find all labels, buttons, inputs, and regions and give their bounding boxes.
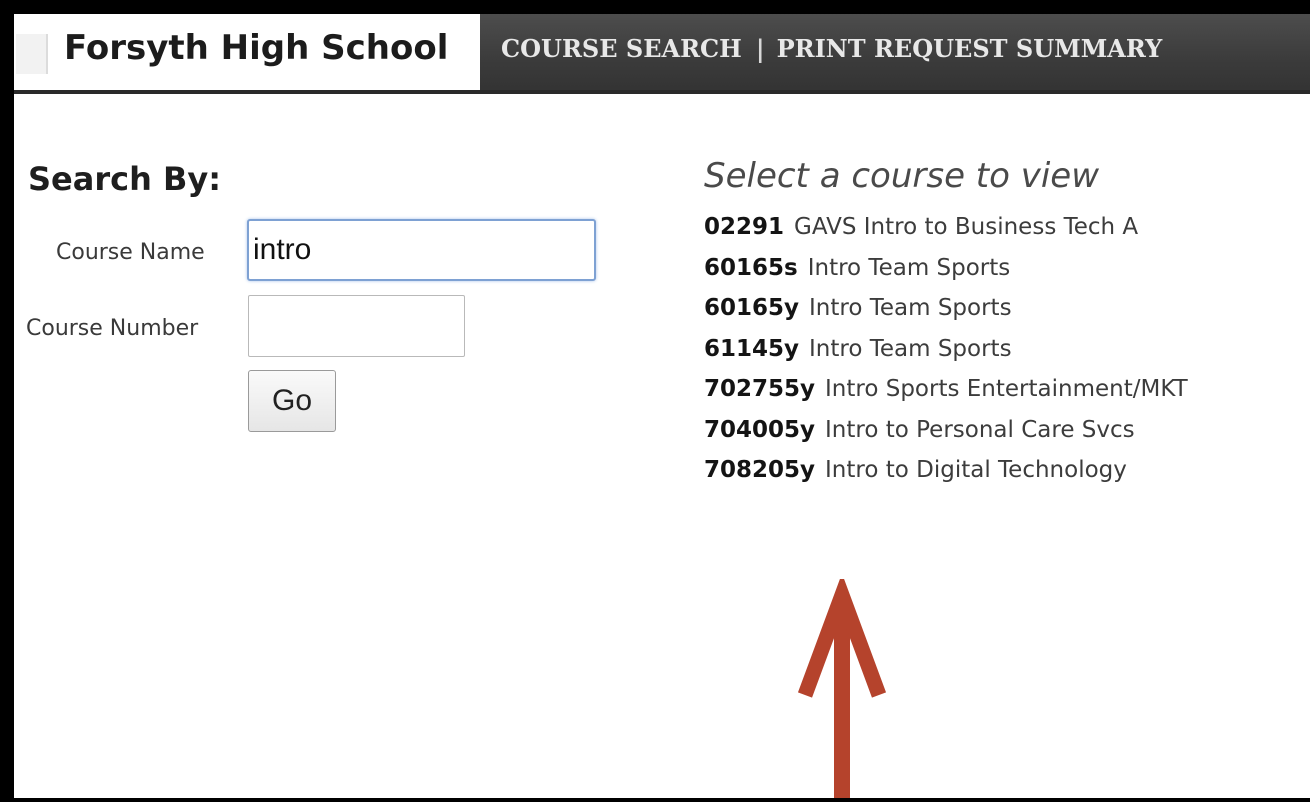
course-results-list: 02291 GAVS Intro to Business Tech A 60165…: [704, 207, 1188, 491]
nav-course-search[interactable]: COURSE SEARCH: [501, 34, 742, 63]
course-title: Intro Team Sports: [809, 295, 1012, 321]
course-number: 60165s: [704, 254, 798, 281]
course-title: GAVS Intro to Business Tech A: [794, 214, 1139, 240]
course-result-item[interactable]: 60165s Intro Team Sports: [704, 248, 1188, 289]
course-number-input[interactable]: [248, 295, 465, 357]
course-name-label: Course Name: [56, 240, 205, 265]
course-title: Intro Team Sports: [807, 254, 1011, 281]
search-by-heading: Search By:: [28, 160, 222, 198]
course-number: 708205y: [704, 457, 816, 483]
header-bar: Forsyth High School COURSE SEARCH | PRINT …: [14, 14, 1310, 92]
course-title: Intro to Digital Technology: [825, 457, 1127, 483]
course-result-item[interactable]: 02291 GAVS Intro to Business Tech A: [704, 207, 1188, 248]
course-title: Intro Team Sports: [809, 335, 1012, 362]
course-result-item[interactable]: 702755y Intro Sports Entertainment/MKT: [704, 369, 1188, 410]
header-divider: [14, 90, 1310, 94]
nav-separator: |: [755, 34, 765, 63]
course-number: 702755y: [704, 376, 816, 402]
school-brand: Forsyth High School: [14, 14, 480, 90]
course-number: 60165y: [704, 295, 800, 321]
course-title: Intro Sports Entertainment/MKT: [825, 376, 1188, 402]
course-number-label: Course Number: [26, 316, 199, 341]
top-nav: COURSE SEARCH | PRINT REQUEST SUMMARY: [501, 34, 1162, 63]
course-result-item[interactable]: 60165y Intro Team Sports: [704, 288, 1188, 329]
course-name-input[interactable]: [247, 219, 596, 281]
course-result-item[interactable]: 708205y Intro to Digital Technology: [704, 450, 1188, 491]
course-number: 61145y: [704, 335, 800, 362]
nav-print-request-summary[interactable]: PRINT REQUEST SUMMARY: [777, 34, 1163, 63]
go-button[interactable]: Go: [248, 370, 336, 432]
results-heading: Select a course to view: [704, 156, 1100, 196]
page-canvas: Forsyth High School COURSE SEARCH | PRINT …: [14, 14, 1310, 798]
course-number: 02291: [704, 214, 785, 240]
course-result-item[interactable]: 704005y Intro to Personal Care Svcs: [704, 410, 1188, 451]
course-title: Intro to Personal Care Svcs: [825, 416, 1135, 443]
school-name: Forsyth High School: [64, 28, 449, 68]
up-arrow-icon: [797, 579, 887, 798]
course-result-item[interactable]: 61145y Intro Team Sports: [704, 329, 1188, 370]
screenshot-frame: Forsyth High School COURSE SEARCH | PRINT …: [0, 0, 1310, 802]
course-number: 704005y: [704, 416, 816, 443]
logo-placeholder: [16, 34, 48, 74]
